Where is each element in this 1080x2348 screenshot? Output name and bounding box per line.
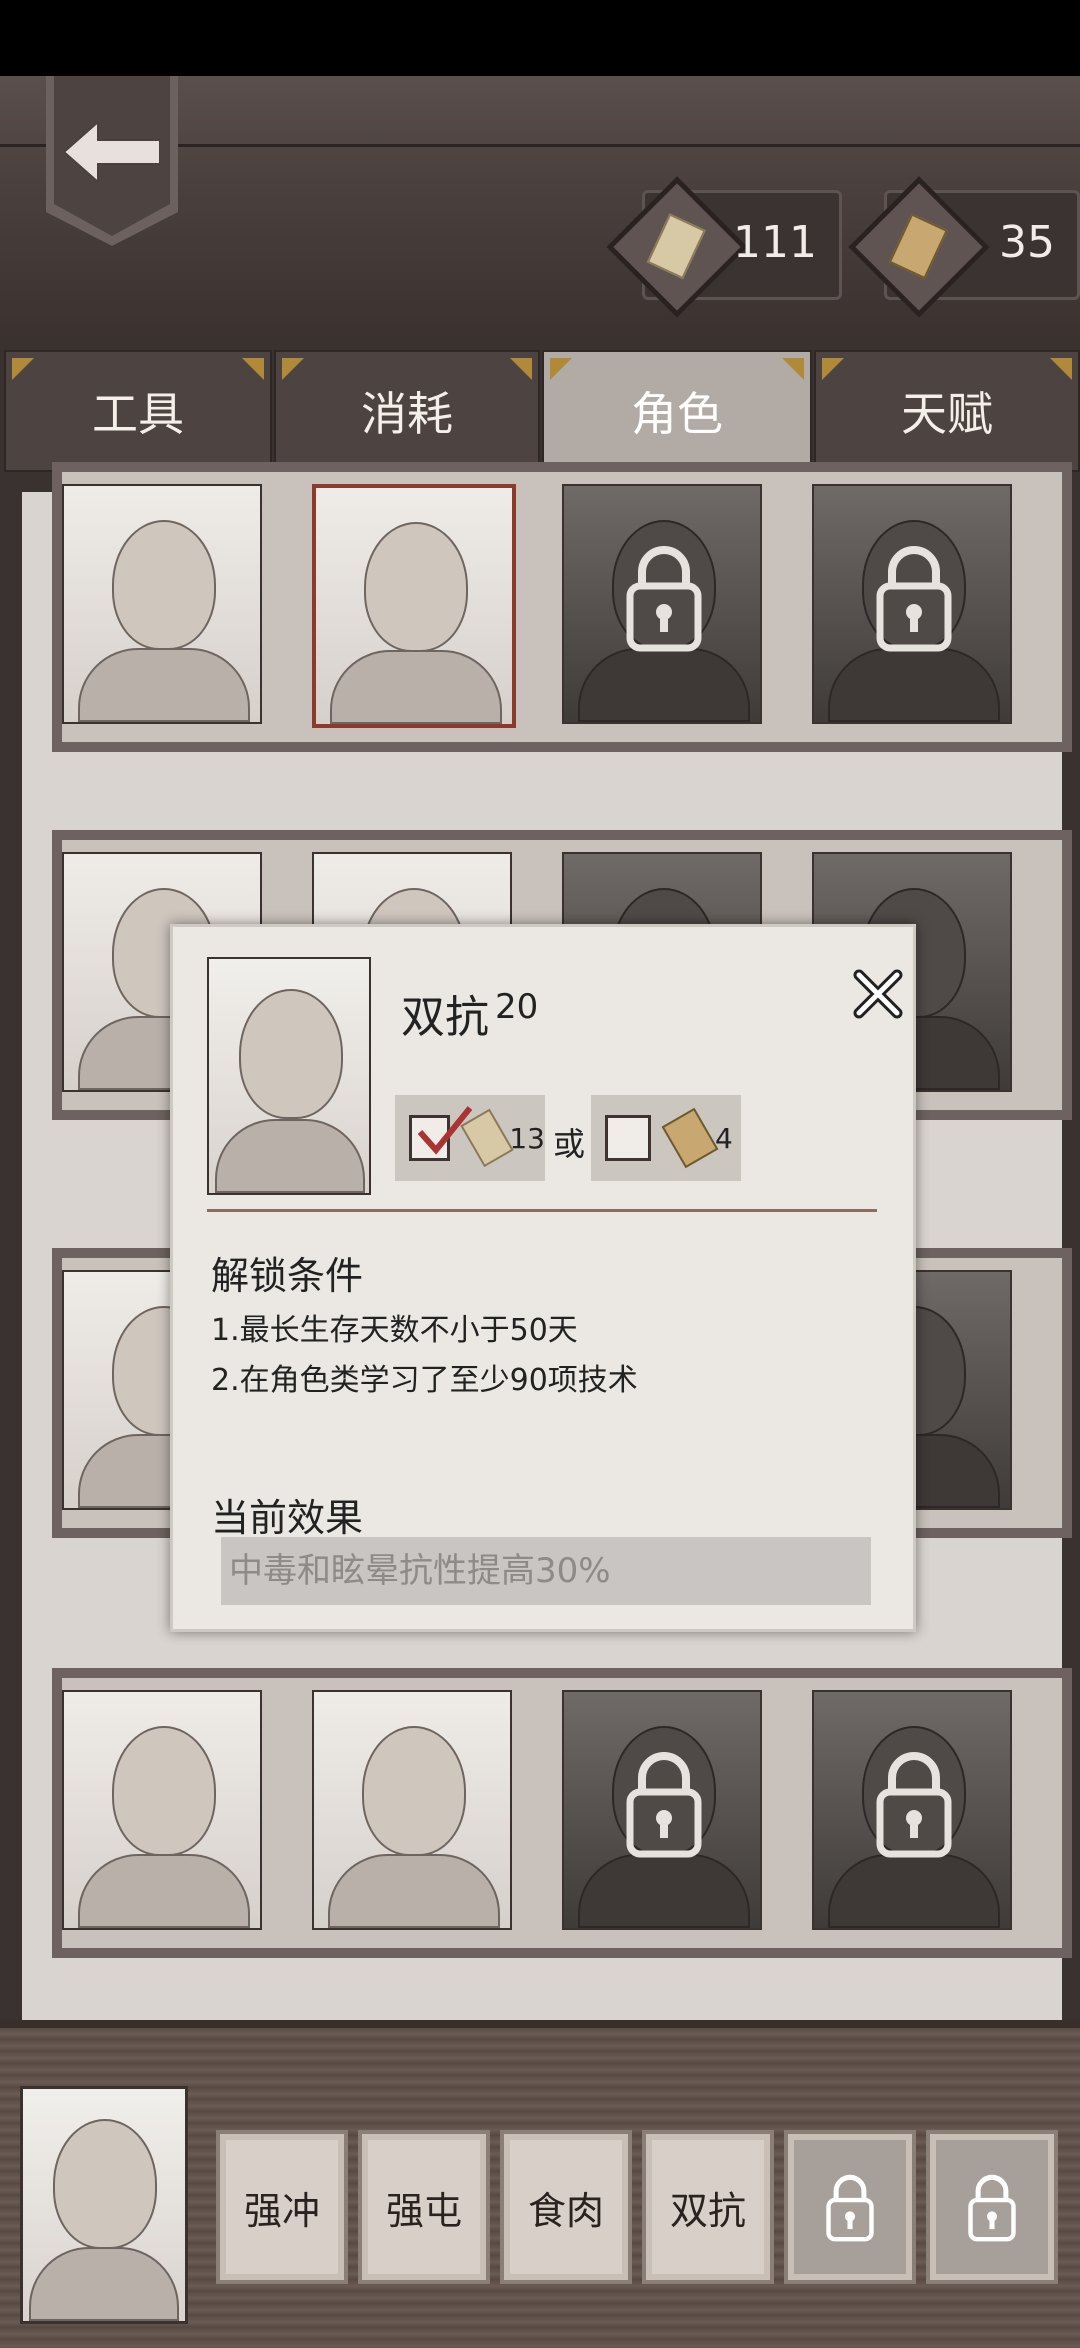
skill-name: 双抗 xyxy=(401,992,489,1043)
skill-slot-button[interactable]: 食肉 xyxy=(500,2130,632,2284)
dialog-character-portrait xyxy=(207,957,371,1195)
tab-characters[interactable]: 角色 xyxy=(542,350,812,472)
cost-option-scroll[interactable]: 13 xyxy=(395,1095,545,1181)
skill-slot-button[interactable]: 强冲 xyxy=(216,2130,348,2284)
unlock-condition: 2.在角色类学习了至少90项技术 xyxy=(211,1363,638,1398)
status-bar xyxy=(0,0,1080,76)
skill-slot-button[interactable]: 强屯 xyxy=(358,2130,490,2284)
character-portrait-locked[interactable] xyxy=(812,484,1012,724)
close-icon[interactable] xyxy=(851,967,905,1021)
skill-slot-locked[interactable] xyxy=(926,2130,1058,2284)
character-portrait-beanie[interactable] xyxy=(312,1690,512,1930)
checkbox-unchecked[interactable] xyxy=(605,1115,651,1161)
character-portrait-locked[interactable] xyxy=(562,1690,762,1930)
lock-icon xyxy=(626,1752,702,1858)
unlock-conditions-title: 解锁条件 xyxy=(211,1254,364,1298)
unlock-condition: 1.最长生存天数不小于50天 xyxy=(211,1313,578,1348)
currency-scroll: 111 xyxy=(606,176,842,318)
checkbox-checked[interactable] xyxy=(409,1106,472,1161)
character-row xyxy=(52,1668,1072,1958)
character-portrait-selected[interactable] xyxy=(312,484,516,728)
currency-gold: 35 xyxy=(848,176,1080,318)
skill-slot-label: 强屯 xyxy=(385,2188,462,2233)
tab-characters-label: 角色 xyxy=(631,387,723,441)
currency-scroll-value: 111 xyxy=(733,217,817,268)
tab-tools-label: 工具 xyxy=(92,387,184,441)
character-portrait-locked[interactable] xyxy=(562,484,762,724)
cost-option-gold[interactable]: 4 xyxy=(591,1095,741,1181)
category-tabs: 工具 消耗 角色 天赋 xyxy=(0,350,1080,472)
skill-slot-locked[interactable] xyxy=(784,2130,916,2284)
tab-consumables-label: 消耗 xyxy=(361,387,453,441)
back-arrow-icon xyxy=(64,122,160,182)
or-label: 或 xyxy=(553,1125,586,1163)
character-portrait-sunglasses-hat[interactable] xyxy=(62,1690,262,1930)
lock-icon xyxy=(826,2174,874,2242)
back-button[interactable] xyxy=(46,76,178,246)
tab-tools[interactable]: 工具 xyxy=(4,350,272,472)
skill-level: 20 xyxy=(495,987,539,1027)
character-portrait-chef[interactable] xyxy=(62,484,262,724)
skill-detail-dialog: 双抗 20 13 或 4 解锁条件 1.最长生存天数不小于50天 2.在角色类学… xyxy=(170,924,916,1632)
divider xyxy=(207,1209,877,1212)
current-character-portrait[interactable] xyxy=(20,2086,188,2324)
current-effect-text: 中毒和眩晕抗性提高30% xyxy=(221,1537,871,1605)
current-effect-title: 当前效果 xyxy=(211,1496,364,1540)
character-row xyxy=(52,462,1072,752)
character-portrait-locked[interactable] xyxy=(812,1690,1012,1930)
skill-slot-label: 双抗 xyxy=(669,2188,746,2233)
gold-ticket-icon xyxy=(661,1107,719,1169)
tab-consumables[interactable]: 消耗 xyxy=(274,350,540,472)
lock-icon xyxy=(626,546,702,652)
skill-slot-button[interactable]: 双抗 xyxy=(642,2130,774,2284)
tab-talents[interactable]: 天赋 xyxy=(814,350,1080,472)
skill-slot-label: 强冲 xyxy=(243,2188,320,2233)
lock-icon xyxy=(876,546,952,652)
tab-talents-label: 天赋 xyxy=(901,387,993,441)
cost-scroll-count: 13 xyxy=(509,1121,545,1155)
currency-gold-value: 35 xyxy=(999,217,1055,268)
lock-icon xyxy=(968,2174,1016,2242)
lock-icon xyxy=(876,1752,952,1858)
skill-slot-label: 食肉 xyxy=(527,2188,604,2233)
